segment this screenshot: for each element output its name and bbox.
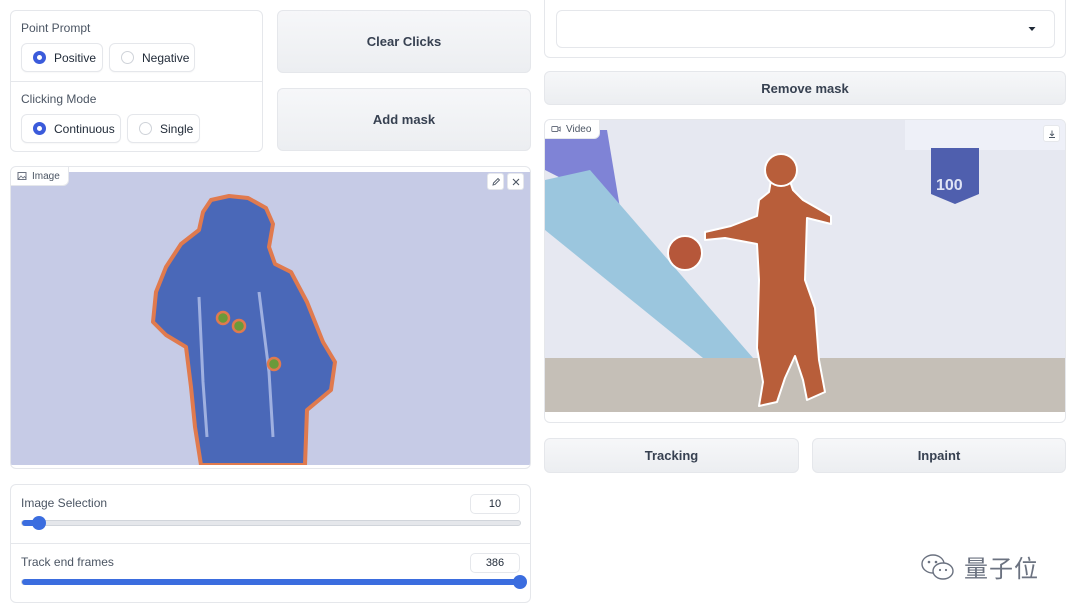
- video-tag-label: Video: [566, 123, 592, 135]
- slider-divider: [11, 543, 530, 544]
- wechat-icon: [921, 553, 954, 580]
- image-tag: Image: [11, 167, 69, 186]
- download-icon: [1048, 130, 1055, 138]
- edit-button[interactable]: [487, 173, 504, 190]
- image-canvas[interactable]: [11, 172, 531, 465]
- download-button[interactable]: [1043, 125, 1060, 142]
- track-end-input[interactable]: 386: [470, 553, 520, 573]
- dropdown-panel: [544, 0, 1066, 58]
- video-canvas[interactable]: 100: [545, 120, 1066, 412]
- radio-positive[interactable]: Positive: [21, 43, 103, 72]
- video-icon: [551, 126, 561, 132]
- clear-clicks-button[interactable]: Clear Clicks: [277, 10, 531, 73]
- image-selection-input[interactable]: 10: [470, 494, 520, 514]
- add-mask-button[interactable]: Add mask: [277, 88, 531, 151]
- sliders-panel: Image Selection 10 Track end frames 386: [10, 484, 531, 603]
- image-panel: Image: [10, 166, 531, 469]
- image-selection-label: Image Selection: [21, 496, 108, 510]
- track-end-thumb[interactable]: [513, 575, 527, 589]
- dropdown-arrow-icon: [1028, 27, 1036, 31]
- clear-image-button[interactable]: [507, 173, 524, 190]
- track-end-slider[interactable]: [21, 575, 527, 589]
- radio-continuous-indicator: [33, 122, 46, 135]
- image-tag-label: Image: [32, 170, 60, 182]
- click-point: [231, 318, 247, 334]
- pencil-icon: [491, 177, 500, 186]
- video-panel: Video 100: [544, 119, 1066, 423]
- watermark: 量子位: [920, 549, 1039, 584]
- mask-dropdown[interactable]: [556, 10, 1055, 48]
- logo-shape: [931, 148, 979, 204]
- track-end-fill: [22, 579, 520, 585]
- click-point: [215, 310, 231, 326]
- click-point: [266, 356, 282, 372]
- radio-negative-label: Negative: [142, 50, 190, 65]
- radio-continuous-label: Continuous: [54, 121, 115, 136]
- close-icon: [512, 178, 519, 185]
- image-icon: [17, 172, 27, 180]
- prompt-settings-panel: Point Prompt Positive Negative Clicking …: [10, 10, 263, 152]
- radio-single-label: Single: [160, 121, 194, 136]
- dancer-head: [764, 153, 798, 187]
- radio-negative[interactable]: Negative: [109, 43, 195, 72]
- prompt-divider: [11, 81, 262, 82]
- point-prompt-label: Point Prompt: [21, 21, 91, 35]
- radio-negative-indicator: [121, 51, 134, 64]
- image-selection-thumb[interactable]: [32, 516, 47, 530]
- radio-single-indicator: [139, 122, 152, 135]
- radio-single[interactable]: Single: [127, 114, 200, 143]
- radio-continuous[interactable]: Continuous: [21, 114, 121, 143]
- track-end-label: Track end frames: [21, 555, 114, 569]
- image-selection-slider[interactable]: [21, 516, 521, 530]
- basketball: [667, 235, 703, 271]
- video-tag: Video: [545, 120, 601, 139]
- video-top-band: [905, 120, 1065, 150]
- inpaint-button[interactable]: Inpaint: [812, 438, 1066, 473]
- logo-text: 100: [936, 177, 963, 194]
- remove-mask-button[interactable]: Remove mask: [544, 71, 1066, 105]
- watermark-text: 量子位: [964, 555, 1039, 583]
- clicking-mode-label: Clicking Mode: [21, 92, 97, 106]
- radio-positive-label: Positive: [54, 50, 97, 65]
- tracking-button[interactable]: Tracking: [544, 438, 799, 473]
- radio-positive-indicator: [33, 51, 46, 64]
